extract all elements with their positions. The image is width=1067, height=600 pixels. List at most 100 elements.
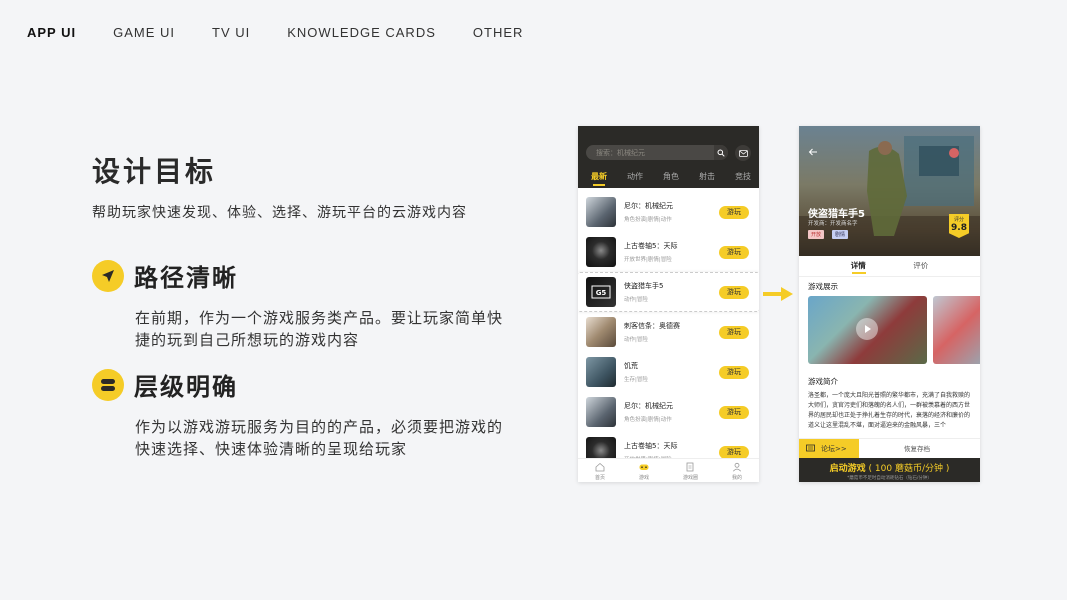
document-icon xyxy=(687,462,694,472)
tab-shooter[interactable]: 射击 xyxy=(686,171,722,182)
layers-icon xyxy=(92,368,124,401)
launch-game-button[interactable]: 启动游戏 ( 100 蘑菇币/分钟 ) *蘑菇币不足时自动消耗钻石（钻石/分钟） xyxy=(799,458,980,482)
search-input[interactable]: 搜索：机械纪元 xyxy=(586,145,728,160)
bottom-nav-home[interactable]: 首页 xyxy=(595,459,605,482)
game-tags: 角色扮演|剧情|动作 xyxy=(624,217,672,223)
feature-path-clarity: 路径清晰 在前期，作为一个游戏服务类产品。要让玩家简单快捷的玩到自己所想玩的游戏… xyxy=(92,258,515,351)
list-item-selected[interactable]: G5 侠盗猎车手5 动作|冒险 游玩 xyxy=(578,272,759,312)
page-title: 设计目标 xyxy=(92,155,217,188)
feature-hierarchy: 层级明确 作为以游戏游玩服务为目的的产品，必须要把游戏的快速选择、快速体验清晰的… xyxy=(92,367,515,460)
list-item[interactable]: 上古卷轴5：天际开放世界|剧情|冒险 游玩 xyxy=(578,232,759,272)
game-tags: 动作|冒险 xyxy=(624,297,648,303)
tab-competitive[interactable]: 竞技 xyxy=(722,171,758,182)
mail-icon[interactable] xyxy=(735,145,751,161)
feature-description: 作为以游戏游玩服务为目的的产品，必须要把游戏的快速选择、快速体验清晰的呈现给玩家 xyxy=(135,418,504,458)
nav-knowledge-cards[interactable]: KNOWLEDGE CARDS xyxy=(287,25,436,40)
feature-description: 在前期，作为一个游戏服务类产品。要让玩家简单快捷的玩到自己所想玩的游戏内容 xyxy=(135,309,504,349)
tab-details[interactable]: 详情 xyxy=(851,260,866,274)
game-name: 尼尔：机械纪元 xyxy=(624,402,673,410)
play-button[interactable]: 游玩 xyxy=(719,285,749,299)
game-tags: 生存|冒险 xyxy=(624,377,648,383)
game-description: 洛圣都，一个庞大且阳光普照的繁华都市，充满了自我救赎的大师们，贪官污吏们和落魄的… xyxy=(808,392,971,429)
page-subtitle: 帮助玩家快速发现、体验、选择、游玩平台的云游戏内容 xyxy=(92,205,467,221)
search-icon[interactable] xyxy=(714,145,728,160)
game-name: 上古卷轴5：天际 xyxy=(624,442,678,450)
bottom-nav-label: 游戏圈 xyxy=(682,475,698,481)
game-cover xyxy=(586,317,616,347)
game-cover xyxy=(586,357,616,387)
game-name: 上古卷轴5：天际 xyxy=(624,242,678,250)
svg-text:G5: G5 xyxy=(596,289,607,297)
price-label: ( 100 蘑菇币/分钟 ) xyxy=(868,464,950,474)
feature-title: 路径清晰 xyxy=(134,264,238,292)
nav-other[interactable]: OTHER xyxy=(473,25,524,40)
tab-action[interactable]: 动作 xyxy=(614,171,650,182)
tab-reviews[interactable]: 评价 xyxy=(913,260,928,271)
game-tags: 开放世界|剧情|冒险 xyxy=(624,257,672,263)
game-hero-banner: 侠盗猎车手5 开发商：开发商名字 开放 剧情 评分 9.8 xyxy=(799,126,980,256)
forum-icon xyxy=(806,444,815,452)
game-title: 侠盗猎车手5 xyxy=(808,209,865,220)
price-note: *蘑菇币不足时自动消耗钻石（钻石/分钟） xyxy=(847,476,932,481)
score-value: 9.8 xyxy=(951,223,967,233)
play-button[interactable]: 游玩 xyxy=(719,405,749,419)
launch-label: 启动游戏 xyxy=(829,464,866,474)
back-arrow-icon[interactable] xyxy=(808,147,818,157)
list-item[interactable]: 尼尔：机械纪元 角色扮演|剧情|动作 游玩 xyxy=(578,392,759,432)
section-title-intro: 游戏简介 xyxy=(808,377,838,386)
play-button[interactable]: 游玩 xyxy=(719,365,749,379)
game-name: 侠盗猎车手5 xyxy=(624,282,664,290)
nav-game-ui[interactable]: GAME UI xyxy=(113,25,175,40)
tab-more[interactable]: 竞 xyxy=(758,171,759,182)
tab-rpg[interactable]: 角色 xyxy=(650,171,686,182)
tab-latest[interactable]: 最新 xyxy=(578,171,614,182)
action-bar: 论坛>> 恢复存档 xyxy=(799,438,980,459)
game-cover xyxy=(586,397,616,427)
bottom-nav-games[interactable]: 游戏 xyxy=(639,459,649,482)
game-name: 刺客信条：奥德赛 xyxy=(624,322,680,330)
game-list: 尼尔：机械纪元 角色扮演|剧情|动作 游玩 上古卷轴5：天际 开放世界|剧情|冒险 … xyxy=(578,192,759,472)
play-button[interactable]: 游玩 xyxy=(719,445,749,459)
game-tags: 角色扮演|剧情|动作 xyxy=(624,417,672,423)
play-button[interactable]: 游玩 xyxy=(719,245,749,259)
phone-header: 搜索：机械纪元 最新 动作 角色 射击 竞技 竞 xyxy=(578,126,759,188)
divider xyxy=(799,276,980,277)
nav-app-ui[interactable]: APP UI xyxy=(27,25,76,40)
user-icon xyxy=(732,462,741,472)
bottom-nav-label: 游戏 xyxy=(638,475,649,481)
top-nav: APP UI GAME UI TV UI KNOWLEDGE CARDS OTH… xyxy=(27,25,560,40)
game-cover xyxy=(586,197,616,227)
bottom-nav-profile[interactable]: 我的 xyxy=(732,459,742,482)
list-item[interactable]: 饥荒生存|冒险 游玩 xyxy=(578,352,759,392)
forum-label: 论坛>> xyxy=(821,445,847,453)
feature-title: 层级明确 xyxy=(134,373,238,401)
tag-badge: 开放 xyxy=(808,230,825,239)
restore-save-button[interactable]: 恢复存档 xyxy=(904,439,930,459)
arrow-right-icon xyxy=(763,287,793,301)
tab-underline xyxy=(593,184,605,186)
play-icon[interactable] xyxy=(856,318,878,340)
developer-label: 开发商：开发商名字 xyxy=(808,221,858,227)
detail-tabs: 详情 评价 xyxy=(799,260,980,274)
home-icon xyxy=(595,462,605,472)
screenshot-thumbnail[interactable] xyxy=(933,296,980,364)
section-title-showcase: 游戏展示 xyxy=(808,282,838,291)
game-name: 尼尔：机械纪元 xyxy=(624,202,673,210)
play-button[interactable]: 游玩 xyxy=(719,205,749,219)
screenshot-video[interactable] xyxy=(808,296,927,364)
bottom-nav-community[interactable]: 游戏圈 xyxy=(683,459,698,482)
bottom-nav-label: 首页 xyxy=(594,475,605,481)
nav-tv-ui[interactable]: TV UI xyxy=(212,25,250,40)
category-tabs: 最新 动作 角色 射击 竞技 竞 xyxy=(578,171,759,186)
forum-button[interactable]: 论坛>> xyxy=(799,439,859,459)
game-name: 饥荒 xyxy=(624,362,638,370)
list-item[interactable]: 刺客信条：奥德赛 动作|冒险 游玩 xyxy=(578,312,759,352)
bottom-nav-label: 我的 xyxy=(731,475,742,481)
phone-game-detail: 侠盗猎车手5 开发商：开发商名字 开放 剧情 评分 9.8 详情 评价 游戏展示… xyxy=(799,126,980,482)
gamepad-icon xyxy=(639,464,649,470)
list-item[interactable]: 尼尔：机械纪元 角色扮演|剧情|动作 游玩 xyxy=(578,192,759,232)
score-badge: 评分 9.8 xyxy=(949,214,969,238)
bottom-nav: 首页 游戏 游戏圈 我的 xyxy=(578,458,759,482)
play-button[interactable]: 游玩 xyxy=(719,325,749,339)
game-tags: 动作|冒险 xyxy=(624,337,648,343)
